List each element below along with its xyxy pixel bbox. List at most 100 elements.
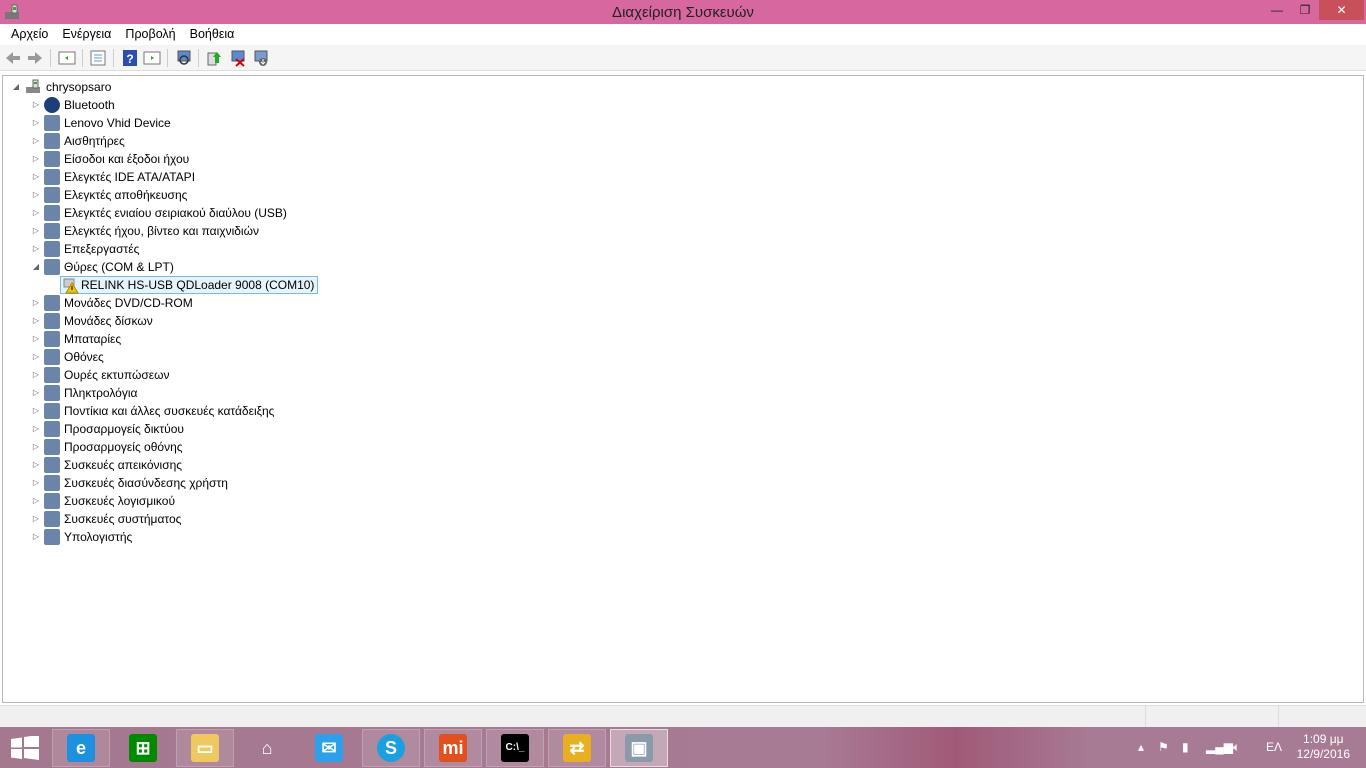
expand-icon[interactable]: ▷ [31,330,41,348]
hid-icon [44,475,60,491]
properties-icon[interactable] [89,49,107,67]
sound-icon [44,223,60,239]
expand-icon[interactable]: ▷ [31,420,41,438]
category-label: Μπαταρίες [64,332,122,346]
home-icon: ⌂ [261,738,273,758]
dvd-icon [44,295,60,311]
expand-icon[interactable]: ▷ [31,294,41,312]
restore-button[interactable]: ❐ [1290,0,1320,20]
update-driver-icon[interactable] [205,49,223,67]
help-icon[interactable]: ? [121,49,139,67]
close-button[interactable]: ✕ [1319,0,1364,20]
network-icon [44,421,60,437]
tree-device-item[interactable]: RELINK HS-USB QDLoader 9008 (COM10) [60,276,319,294]
menu-action[interactable]: Ενέργεια [55,24,118,45]
toolbar: ? [0,45,1366,71]
taskbar-phone-tool-button[interactable]: ⇄ [548,729,606,767]
warning-icon [63,278,79,294]
expand-icon[interactable]: ▷ [31,528,41,546]
collapse-icon[interactable]: ◢ [31,258,41,276]
category-label: Προσαρμογείς οθόνης [64,440,183,454]
taskbar-command-prompt-button[interactable]: C:\_ [486,729,544,767]
software-device-icon [44,493,60,509]
clock-date: 12/9/2016 [1296,747,1350,761]
category-label: Μονάδες DVD/CD-ROM [64,296,193,310]
network-signal-icon[interactable]: ▂▄▆ [1206,727,1233,768]
expand-icon[interactable]: ▷ [31,204,41,222]
taskbar-home-button[interactable]: ⌂ [238,729,296,767]
action-center-flag-icon[interactable]: ⚑ [1158,727,1169,768]
disable-icon[interactable] [251,49,269,67]
category-label: Ελεγκτές IDE ATA/ATAPI [64,170,196,184]
processor-icon [44,241,60,257]
computer-icon [26,79,40,93]
skype-icon: S [377,734,405,762]
expand-icon[interactable]: ▷ [31,96,41,114]
keyboard-icon [44,385,60,401]
window-title: Διαχείριση Συσκευών [612,4,754,21]
scan-hardware-icon[interactable] [174,49,192,67]
start-button[interactable] [11,736,39,760]
taskbar-skype-button[interactable]: S [362,729,420,767]
back-icon[interactable] [4,49,22,67]
menu-help[interactable]: Βοήθεια [183,24,242,45]
svg-text:?: ? [126,52,133,66]
taskbar-mi-button[interactable]: mi [424,729,482,767]
expand-icon[interactable]: ▷ [31,132,41,150]
expand-icon[interactable]: ▷ [31,168,41,186]
volume-icon[interactable]: 🔈︎ [1233,727,1240,768]
expand-icon[interactable]: ▷ [31,510,41,528]
mail-icon: ✉ [315,734,343,762]
command-prompt-icon: C:\_ [501,734,529,762]
storage-icon [44,187,60,203]
expand-icon[interactable]: ▷ [31,348,41,366]
expand-icon[interactable]: ▷ [31,312,41,330]
expand-icon[interactable]: ▷ [31,366,41,384]
expand-icon[interactable]: ▷ [31,240,41,258]
taskbar-internet-explorer-button[interactable]: e [52,729,110,767]
taskbar-file-explorer-button[interactable]: ▭ [176,729,234,767]
device-tree[interactable]: ◢ chrysopsaro ▷ Bluetooth ▷ Lenovo Vhid D… [2,75,1364,703]
taskbar-mail-button[interactable]: ✉ [300,729,358,767]
category-label: Πληκτρολόγια [64,386,138,400]
forward-icon[interactable] [26,49,44,67]
minimize-button[interactable]: — [1262,0,1292,20]
show-hidden-icons-button[interactable]: ▴ [1138,727,1144,768]
port-icon [44,259,60,275]
menu-file[interactable]: Αρχείο [4,24,55,45]
system-icon [44,511,60,527]
show-hide-console-tree-icon[interactable] [58,49,76,67]
display-adapter-icon [44,439,60,455]
taskbar-device-manager-button[interactable]: ▣ [610,729,668,767]
expand-icon[interactable]: ▷ [31,114,41,132]
category-label: Ουρές εκτυπώσεων [64,368,170,382]
menu-view[interactable]: Προβολή [118,24,182,45]
usb-icon [44,205,60,221]
collapse-icon[interactable]: ◢ [11,78,21,96]
clock[interactable]: 1:09 μμ 12/9/2016 [1297,732,1350,762]
expand-icon[interactable]: ▷ [31,384,41,402]
expand-icon[interactable]: ▷ [31,150,41,168]
printer-icon [44,367,60,383]
show-action-pane-icon[interactable] [143,49,161,67]
expand-icon[interactable]: ▷ [31,438,41,456]
category-label: Συσκευές απεικόνισης [64,458,183,472]
category-label: Συσκευές λογισμικού [64,494,175,508]
expand-icon[interactable]: ▷ [31,402,41,420]
battery-icon[interactable]: ▮ [1182,727,1189,768]
expand-icon[interactable]: ▷ [31,186,41,204]
mi-icon: mi [439,734,467,762]
mouse-icon [44,403,60,419]
status-bar [0,705,1366,728]
expand-icon[interactable]: ▷ [31,222,41,240]
expand-icon[interactable]: ▷ [31,492,41,510]
taskbar-store-button[interactable]: ⊞ [114,729,172,767]
expand-icon[interactable]: ▷ [31,474,41,492]
internet-explorer-icon: e [67,734,95,762]
uninstall-icon[interactable] [228,49,246,67]
language-indicator[interactable]: ΕΛ [1266,727,1282,768]
file-explorer-icon: ▭ [191,734,219,762]
device-label: RELINK HS-USB QDLoader 9008 (COM10) [81,278,315,292]
battery-icon [44,331,60,347]
expand-icon[interactable]: ▷ [31,456,41,474]
